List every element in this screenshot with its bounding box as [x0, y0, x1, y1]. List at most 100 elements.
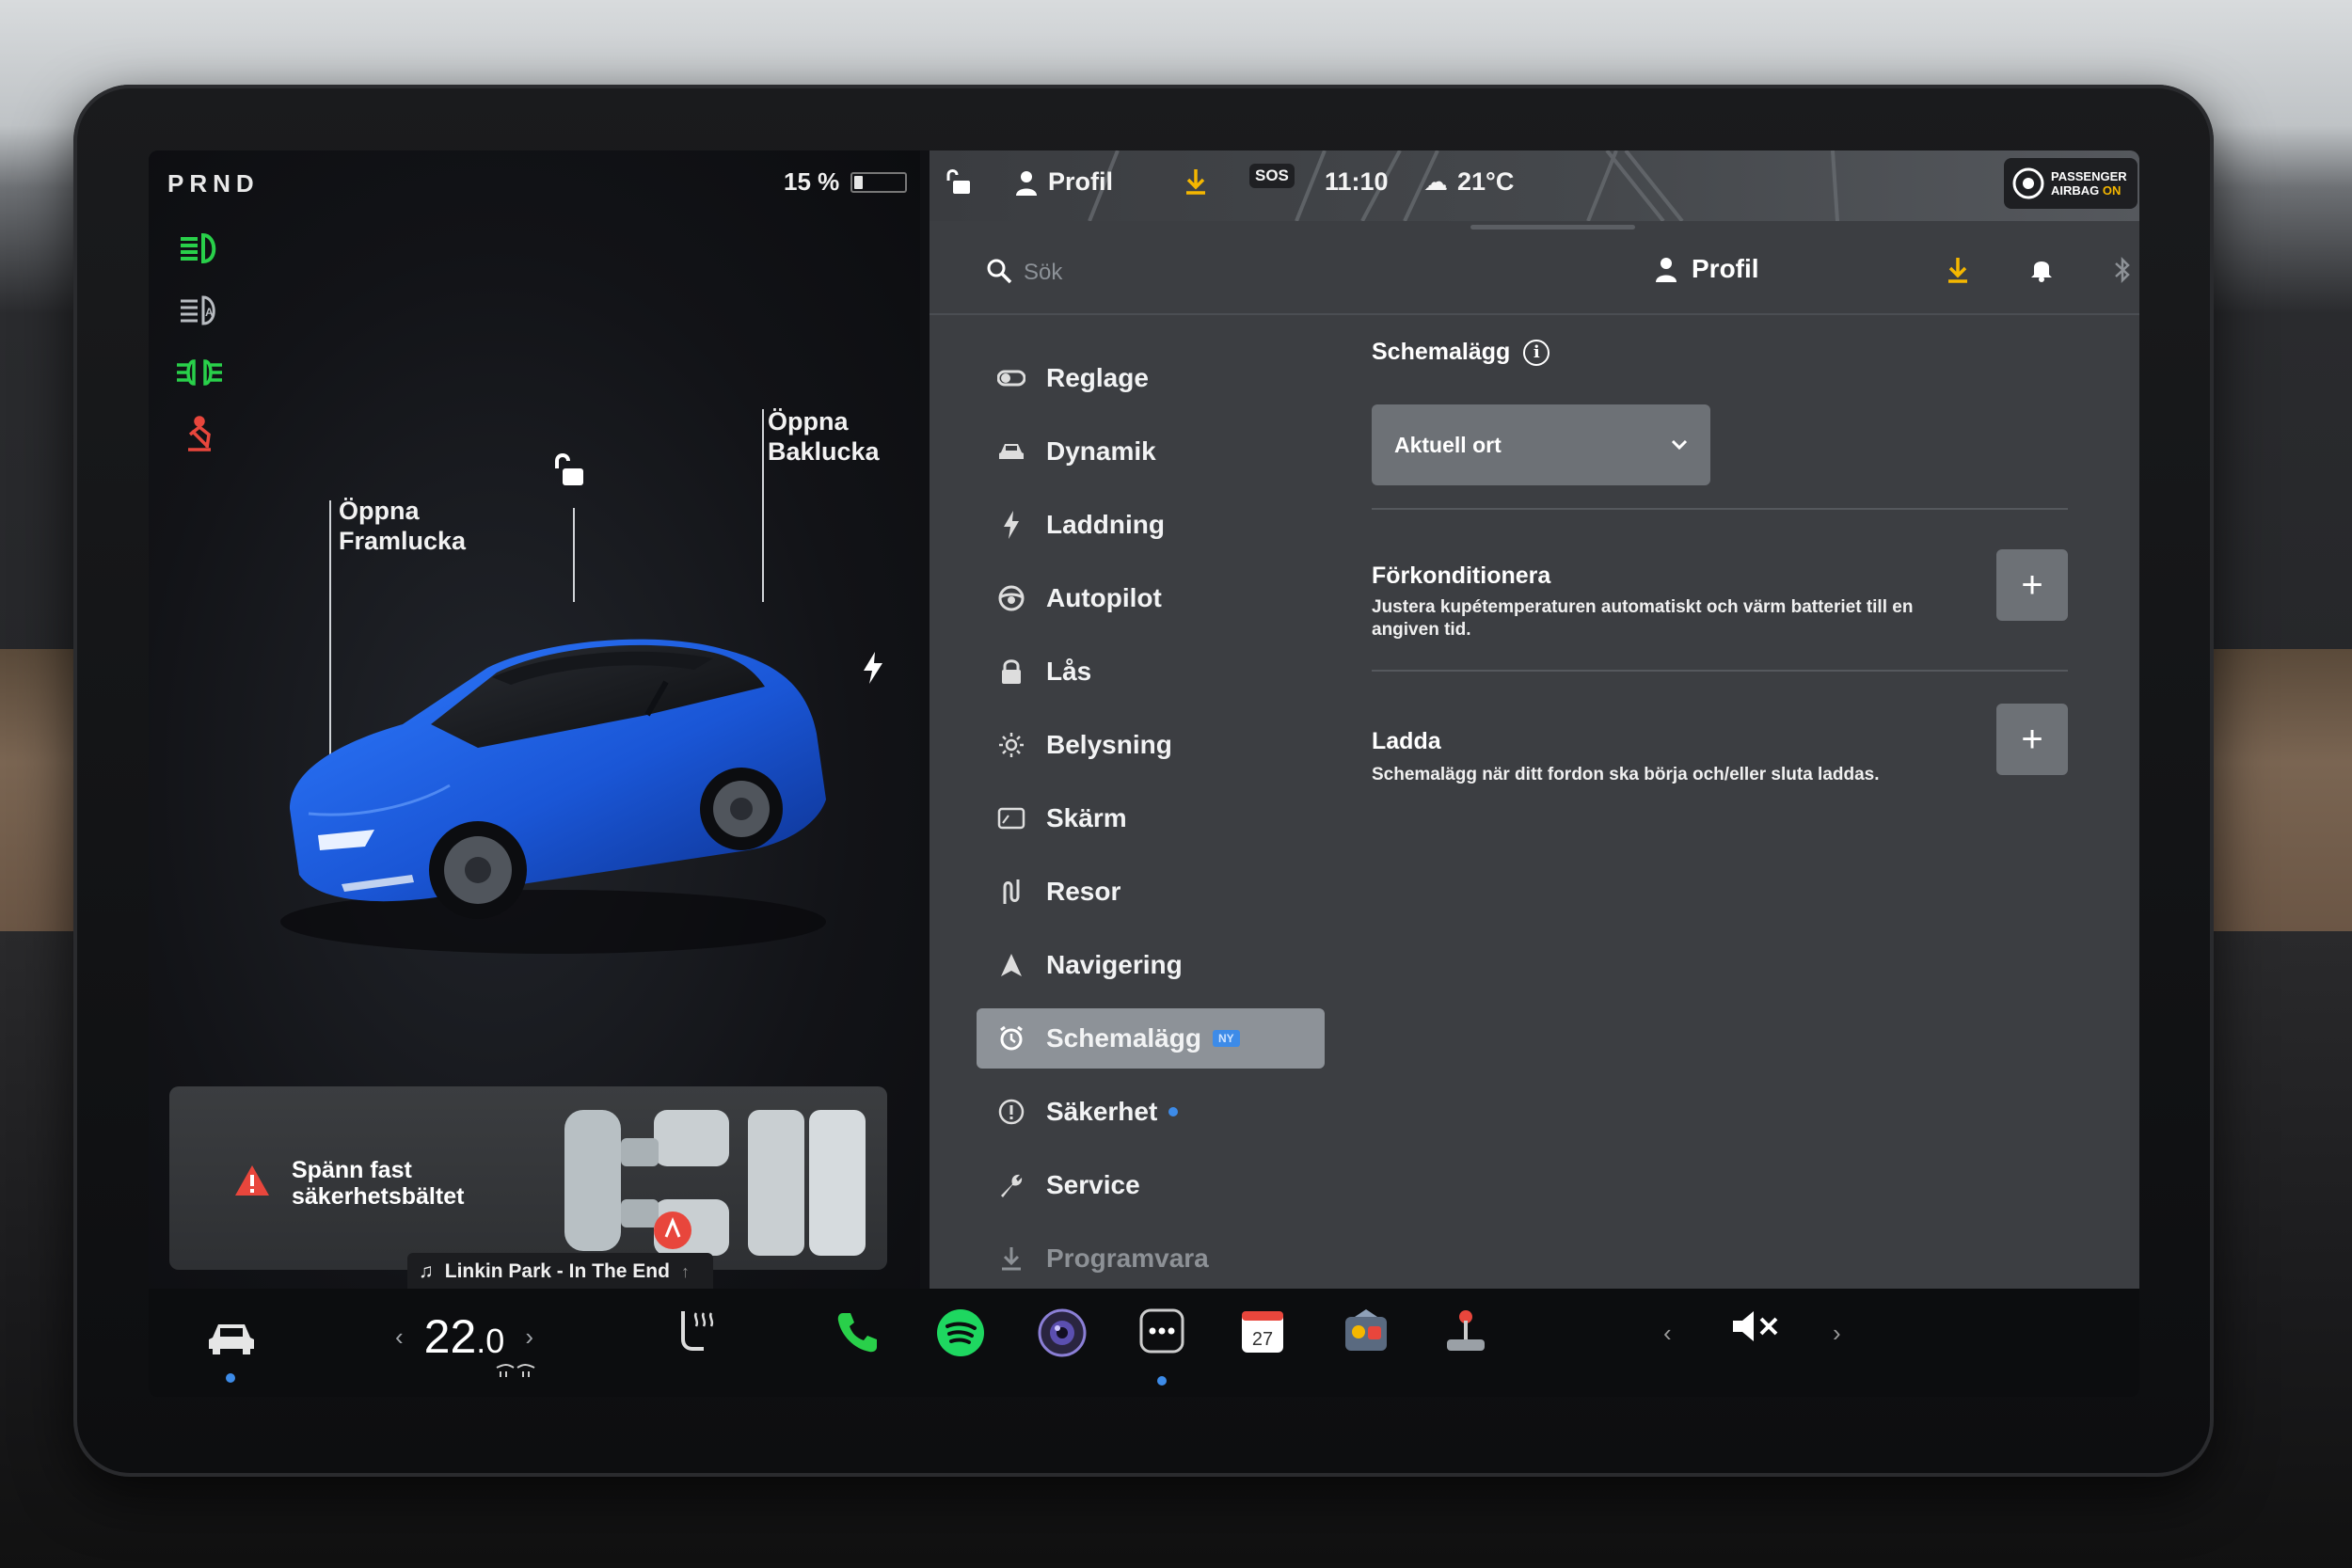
alarm-clock-icon	[995, 1022, 1027, 1054]
profile-button[interactable]: Profil	[1654, 254, 1759, 284]
sidebar-item-resor[interactable]: Resor	[977, 862, 1325, 922]
sidebar-item-label: Lås	[1046, 657, 1092, 686]
seat-occupancy-diagram	[564, 1110, 866, 1256]
charge-port-bolt-icon[interactable]	[862, 652, 884, 689]
profile-label: Profil	[1692, 254, 1759, 283]
seatbelt-warning-line2: säkerhetsbältet	[292, 1183, 465, 1210]
status-profile[interactable]: Profil	[1014, 167, 1113, 197]
sidebar-item-autopilot[interactable]: Autopilot	[977, 568, 1325, 628]
search-icon[interactable]	[986, 258, 1012, 289]
airbag-on-state: ON	[2102, 183, 2122, 198]
charge-description: Schemalägg när ditt fordon ska börja och…	[1372, 765, 1880, 784]
unlock-icon[interactable]	[551, 451, 587, 494]
precondition-title: Förkonditionera	[1372, 562, 1551, 589]
mute-icon[interactable]	[1729, 1307, 1782, 1345]
sidebar-item-belysning[interactable]: Belysning	[977, 715, 1325, 775]
sidebar-item-label: Autopilot	[1046, 583, 1162, 612]
open-trunk-line1: Öppna	[768, 407, 849, 436]
calendar-icon[interactable]: 27	[1240, 1307, 1285, 1354]
lock-icon	[995, 656, 1027, 688]
sidebar-item-sk-rm[interactable]: Skärm	[977, 788, 1325, 848]
sidebar-item-label: Säkerhet	[1046, 1097, 1158, 1126]
add-charge-schedule-button[interactable]: +	[1996, 704, 2068, 775]
volume-decrease-chevron-icon[interactable]: ‹	[1663, 1319, 1672, 1348]
sos-button[interactable]: SOS	[1249, 164, 1295, 188]
temp-decimal: .0	[476, 1322, 505, 1360]
location-dropdown[interactable]: Aktuell ort	[1372, 404, 1710, 485]
battery-bar	[850, 171, 908, 193]
airbag-line1: PASSENGER	[2051, 169, 2127, 183]
seatbelt-warning-text: Spänn fast säkerhetsbältet	[292, 1157, 464, 1210]
camera-icon[interactable]	[1037, 1307, 1088, 1358]
parking-lights-icon	[173, 352, 226, 393]
toggle-icon	[995, 362, 1027, 394]
chevron-down-icon	[1671, 439, 1688, 451]
sidebar-item-label: Skärm	[1046, 803, 1127, 832]
sidebar-item-laddning[interactable]: Laddning	[977, 495, 1325, 555]
bolt-icon	[995, 509, 1027, 541]
sidebar-item-l-s[interactable]: Lås	[977, 641, 1325, 702]
clock: 11:10	[1325, 167, 1389, 196]
software-download-icon[interactable]	[1946, 256, 1970, 289]
bell-icon[interactable]	[2030, 256, 2053, 287]
pull-down-handle[interactable]	[1470, 225, 1635, 230]
battery-percent: 15 %	[784, 167, 840, 196]
arcade-joystick-icon[interactable]	[1443, 1307, 1488, 1354]
settings-panel: Profil SOS 11:10 ☁ 21°C PASSENGER AIRBAG…	[930, 150, 2139, 1289]
sidebar-item-label: Navigering	[1046, 950, 1183, 979]
sidebar-item-programvara[interactable]: Programvara	[977, 1228, 1325, 1289]
temp-increase-chevron-icon[interactable]: ›	[525, 1323, 533, 1352]
toybox-icon[interactable]	[1342, 1307, 1391, 1354]
touchscreen: PRND 15 % A Öppna Framlucka Öppna Bakluc…	[149, 150, 2139, 1397]
sidebar-item-dynamik[interactable]: Dynamik	[977, 421, 1325, 482]
temp-decrease-chevron-icon[interactable]: ‹	[395, 1323, 404, 1352]
sidebar-item-reglage[interactable]: Reglage	[977, 348, 1325, 408]
passenger-airbag-status: PASSENGER AIRBAG ON	[2004, 158, 2137, 209]
seatbelt-warning-card: Spänn fast säkerhetsbältet	[169, 1086, 887, 1270]
search-row: Profil LTE	[930, 235, 2139, 315]
sidebar-item-service[interactable]: Service	[977, 1155, 1325, 1215]
sidebar-item-label: Reglage	[1046, 363, 1149, 392]
sidebar-item-schemal-gg[interactable]: Schemalägg NY	[977, 1008, 1325, 1069]
airbag-icon	[2012, 167, 2044, 199]
add-precondition-button[interactable]: +	[1996, 549, 2068, 621]
volume-increase-chevron-icon[interactable]: ›	[1833, 1319, 1841, 1348]
temp-whole: 22	[423, 1310, 477, 1363]
media-mini-player[interactable]: ♫ Linkin Park - In The End ↑	[407, 1253, 713, 1291]
more-apps-dot	[1157, 1376, 1167, 1386]
more-apps-icon[interactable]	[1138, 1307, 1185, 1354]
bluetooth-icon[interactable]	[2113, 256, 2132, 289]
wrench-icon	[995, 1169, 1027, 1201]
open-frunk-line2: Framlucka	[339, 527, 467, 555]
expand-arrow-icon[interactable]: ↑	[681, 1262, 690, 1282]
info-icon[interactable]: i	[1523, 339, 1550, 366]
car-controls-icon[interactable]	[205, 1317, 258, 1354]
precondition-description: Justera kupétemperaturen automatiskt och…	[1372, 597, 1914, 640]
location-dropdown-value: Aktuell ort	[1394, 432, 1502, 457]
open-trunk-line2: Baklucka	[768, 437, 880, 466]
temp-value: 22.0	[424, 1309, 505, 1364]
cabin-temperature-control[interactable]: ‹ 22.0 ›	[395, 1309, 533, 1364]
sidebar-item-s-kerhet[interactable]: Säkerhet	[977, 1082, 1325, 1142]
spotify-icon[interactable]	[935, 1307, 986, 1358]
display-icon	[995, 802, 1027, 834]
car-model-image	[280, 639, 826, 954]
phone-icon[interactable]	[834, 1307, 882, 1356]
weather: ☁ 21°C	[1423, 167, 1514, 197]
status-download-icon[interactable]	[1184, 167, 1208, 196]
music-note-icon: ♫	[419, 1260, 434, 1282]
gear-selector: PRND	[167, 169, 260, 198]
sidebar-item-navigering[interactable]: Navigering	[977, 935, 1325, 995]
seatbelt-warning-line1: Spänn fast	[292, 1157, 412, 1183]
seat-heater-icon[interactable]	[675, 1307, 717, 1354]
defrost-icon	[495, 1364, 536, 1379]
cloud-icon: ☁	[1423, 167, 1448, 196]
door-unlock-icon[interactable]	[945, 167, 973, 196]
search-input[interactable]	[1024, 256, 1306, 290]
open-frunk-button[interactable]: Öppna Framlucka	[339, 496, 466, 556]
notification-dot	[1168, 1107, 1179, 1117]
sidebar-item-label: Laddning	[1046, 510, 1165, 539]
navigation-icon	[995, 949, 1027, 981]
open-trunk-button[interactable]: Öppna Baklucka	[768, 406, 880, 467]
schedule-heading: Schemalägg i	[1372, 339, 1550, 366]
